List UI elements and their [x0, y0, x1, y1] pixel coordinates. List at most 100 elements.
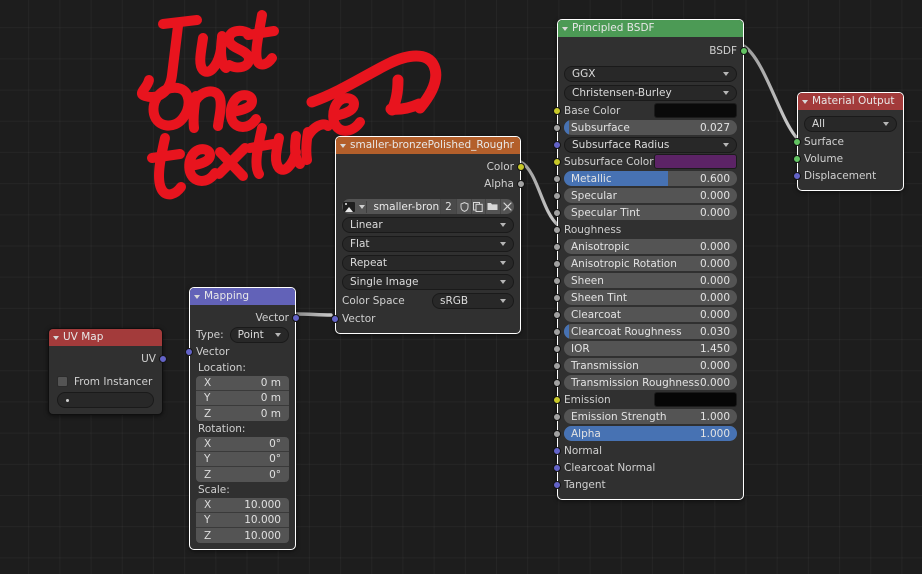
rotation-y-field[interactable]: Y 0°: [196, 452, 289, 467]
node-principled-bsdf[interactable]: Principled BSDF BSDF GGX Christensen-Bur…: [553, 19, 748, 500]
rotation-z-field[interactable]: Z 0°: [196, 467, 289, 482]
slider-specular[interactable]: Specular 0.000: [564, 188, 737, 203]
socket-in[interactable]: [553, 327, 561, 336]
socket-in[interactable]: [553, 225, 561, 234]
socket-out-vector[interactable]: [292, 313, 300, 322]
source-row[interactable]: Single Image: [336, 272, 520, 291]
collapse-triangle-icon[interactable]: [53, 335, 59, 340]
rotation-x-field[interactable]: X 0°: [196, 437, 289, 452]
socket-in[interactable]: [553, 123, 561, 132]
scale-fields[interactable]: X 10.000 Y 10.000 Z 10.000: [196, 498, 289, 543]
slider-anisotropic[interactable]: Anisotropic 0.000: [564, 239, 737, 254]
slider-specular-tint[interactable]: Specular Tint 0.000: [564, 205, 737, 220]
distribution-dropdown[interactable]: GGX: [564, 65, 737, 82]
socket-out-color[interactable]: [517, 162, 525, 171]
socket-in[interactable]: [553, 446, 561, 455]
close-icon[interactable]: [499, 199, 514, 214]
socket-in[interactable]: [553, 412, 561, 421]
socket-in[interactable]: [553, 480, 561, 489]
collapse-triangle-icon[interactable]: [340, 143, 346, 148]
socket-in[interactable]: [553, 344, 561, 353]
node-material-output[interactable]: Material Output All Surface Volume Displ…: [793, 92, 904, 191]
node-header-principled-bsdf[interactable]: Principled BSDF: [558, 20, 743, 37]
type-dropdown[interactable]: Point: [229, 326, 289, 343]
projection-row[interactable]: Flat: [336, 234, 520, 253]
socket-in-displacement[interactable]: [793, 171, 801, 180]
extension-dropdown[interactable]: Repeat: [342, 254, 514, 271]
rotation-fields[interactable]: X 0° Y 0° Z 0°: [196, 437, 289, 482]
collapse-triangle-icon[interactable]: [194, 294, 200, 299]
collapse-triangle-icon[interactable]: [802, 99, 808, 104]
from-instancer-checkbox[interactable]: [57, 376, 68, 387]
type-row[interactable]: Type: Point: [190, 326, 295, 343]
socket-in[interactable]: [553, 208, 561, 217]
slider-anisotropic-rotation[interactable]: Anisotropic Rotation 0.000: [564, 256, 737, 271]
socket-in-volume[interactable]: [793, 154, 801, 163]
image-name-field[interactable]: smaller-bron…: [366, 200, 440, 213]
socket-in-vector[interactable]: [185, 347, 193, 356]
scale-x-field[interactable]: X 10.000: [196, 498, 289, 513]
node-header-mapping[interactable]: Mapping: [190, 288, 295, 305]
socket-out-bsdf[interactable]: [740, 46, 748, 55]
folder-icon[interactable]: [485, 199, 499, 214]
socket-in[interactable]: [553, 157, 561, 166]
distribution-row[interactable]: GGX: [558, 64, 743, 83]
extension-row[interactable]: Repeat: [336, 253, 520, 272]
socket-in[interactable]: [553, 191, 561, 200]
socket-in[interactable]: [553, 106, 561, 115]
location-x-field[interactable]: X 0 m: [196, 376, 289, 391]
target-dropdown[interactable]: All: [804, 115, 897, 132]
socket-in[interactable]: [553, 378, 561, 387]
node-header-material-output[interactable]: Material Output: [798, 93, 903, 110]
slider-transmission[interactable]: Transmission 0.000: [564, 358, 737, 373]
socket-in[interactable]: [553, 293, 561, 302]
from-instancer-row[interactable]: From Instancer: [49, 373, 162, 390]
projection-dropdown[interactable]: Flat: [342, 235, 514, 252]
slider-subsurface[interactable]: Subsurface 0.027: [564, 120, 737, 135]
image-datablock-row[interactable]: smaller-bron… 2: [336, 198, 520, 215]
slider-ior[interactable]: IOR 1.450: [564, 341, 737, 356]
subsurface-method-dropdown[interactable]: Christensen-Burley: [564, 84, 737, 101]
target-row[interactable]: All: [798, 114, 903, 133]
source-dropdown[interactable]: Single Image: [342, 273, 514, 290]
dropdown-subsurface-radius[interactable]: Subsurface Radius: [564, 136, 737, 153]
color-space-row[interactable]: Color Space sRGB: [336, 291, 520, 310]
socket-in[interactable]: [553, 463, 561, 472]
scale-z-field[interactable]: Z 10.000: [196, 528, 289, 543]
collapse-triangle-icon[interactable]: [562, 26, 568, 31]
color-swatch-subsurface-color[interactable]: [654, 154, 737, 169]
image-icon[interactable]: [342, 199, 357, 214]
node-uv-map[interactable]: UV Map UV From Instancer: [48, 328, 167, 415]
socket-in[interactable]: [553, 276, 561, 285]
slider-transmission-roughness[interactable]: Transmission Roughness 0.000: [564, 375, 737, 390]
image-users-count[interactable]: 2: [439, 199, 457, 214]
socket-out-uv[interactable]: [159, 354, 167, 363]
node-header-uv-map[interactable]: UV Map: [49, 329, 162, 346]
socket-in-surface[interactable]: [793, 137, 801, 146]
color-swatch-emission[interactable]: [654, 392, 737, 407]
socket-in[interactable]: [553, 361, 561, 370]
slider-metallic[interactable]: Metallic 0.600: [564, 171, 737, 186]
socket-in[interactable]: [553, 259, 561, 268]
color-swatch-base-color[interactable]: [654, 103, 737, 118]
socket-in[interactable]: [553, 395, 561, 404]
slider-sheen[interactable]: Sheen 0.000: [564, 273, 737, 288]
slider-sheen-tint[interactable]: Sheen Tint 0.000: [564, 290, 737, 305]
color-space-dropdown[interactable]: sRGB: [432, 292, 514, 309]
node-header-image-texture[interactable]: smaller-bronzePolished_Roughness.png: [336, 137, 520, 154]
uv-layer-field[interactable]: [57, 392, 154, 408]
node-image-texture[interactable]: smaller-bronzePolished_Roughness.png Col…: [331, 136, 525, 334]
node-editor-canvas[interactable]: UV Map UV From Instancer Mapping Vector …: [0, 0, 922, 574]
image-browse-chevron-icon[interactable]: [357, 199, 366, 214]
slider-emission-strength[interactable]: Emission Strength 1.000: [564, 409, 737, 424]
subsurface-method-row[interactable]: Christensen-Burley: [558, 83, 743, 102]
copy-icon[interactable]: [470, 199, 485, 214]
scale-y-field[interactable]: Y 10.000: [196, 513, 289, 528]
slider-clearcoat[interactable]: Clearcoat 0.000: [564, 307, 737, 322]
slider-alpha[interactable]: Alpha 1.000: [564, 426, 737, 441]
node-mapping[interactable]: Mapping Vector Type: Point Vector Locati…: [185, 287, 300, 550]
slider-clearcoat-roughness[interactable]: Clearcoat Roughness 0.030: [564, 324, 737, 339]
socket-out-alpha[interactable]: [517, 179, 525, 188]
interpolation-row[interactable]: Linear: [336, 215, 520, 234]
socket-in-vector[interactable]: [331, 314, 339, 323]
